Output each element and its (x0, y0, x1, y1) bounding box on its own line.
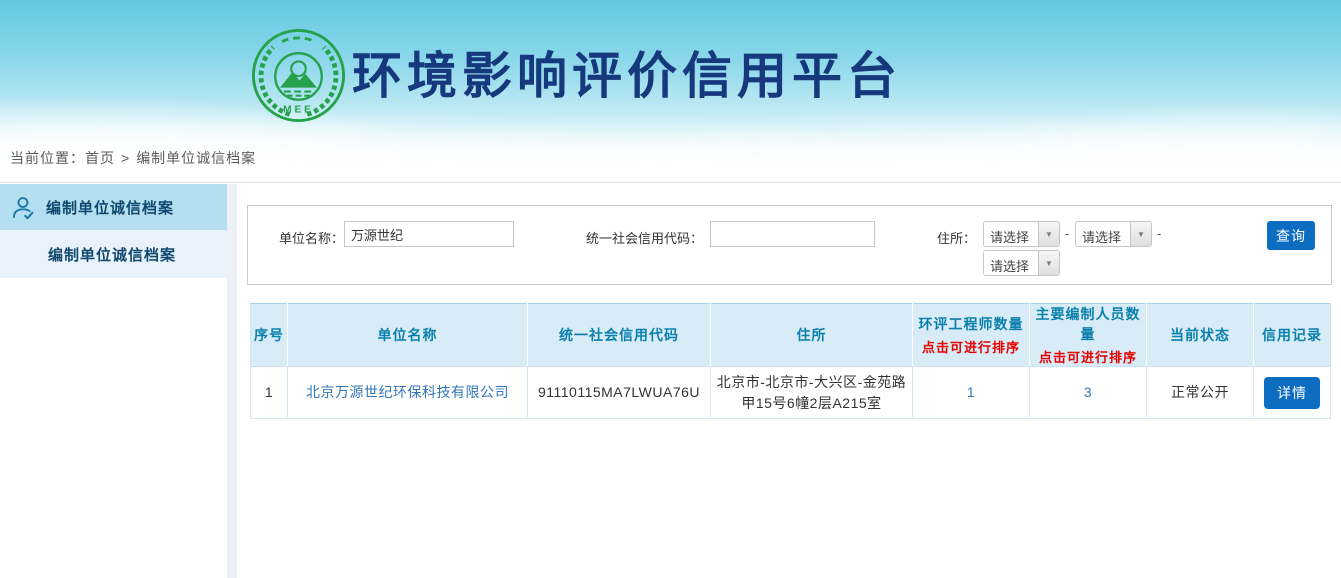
city-select[interactable]: 请选择 ▼ (1075, 221, 1152, 247)
sidebar-item-label: 编制单位诚信档案 (46, 197, 174, 218)
chevron-down-icon: ▼ (1045, 259, 1053, 268)
query-button[interactable]: 查询 (1267, 221, 1315, 250)
address-dash: - (1157, 226, 1161, 241)
col-status: 当前状态 (1147, 304, 1254, 367)
breadcrumb-prefix: 当前位置： (10, 150, 85, 166)
city-select-value: 请选择 (1076, 222, 1130, 246)
search-panel: 单位名称： 统一社会信用代码： 住所： 请选择 ▼ - 请选择 ▼ - 请选择 … (247, 205, 1332, 285)
sidebar-subitem-unit-credit-archive[interactable]: 编制单位诚信档案 (0, 230, 227, 278)
page-body: 编制单位诚信档案 编制单位诚信档案 单位名称： 统一社会信用代码： 住所： 请选… (0, 184, 1341, 578)
cell-status: 正常公开 (1147, 367, 1254, 419)
breadcrumb-separator: > (121, 150, 130, 166)
breadcrumb-current: 编制单位诚信档案 (136, 150, 256, 166)
logo-mee-text: MEE (283, 104, 314, 115)
district-select-value: 请选择 (984, 251, 1038, 275)
district-select[interactable]: 请选择 ▼ (983, 250, 1060, 276)
engineer-count-link[interactable]: 1 (967, 384, 975, 400)
sort-hint: 点击可进行排序 (913, 337, 1029, 356)
col-staff-count-title: 主要编制人员数量 (1030, 304, 1146, 344)
breadcrumb-home-link[interactable]: 首页 (85, 150, 115, 166)
header-banner: MEE 环境影响评价信用平台 当前位置：首页 > 编制单位诚信档案 (0, 0, 1341, 183)
sort-hint: 点击可进行排序 (1030, 347, 1146, 366)
province-select-value: 请选择 (984, 222, 1038, 246)
unit-name-label: 单位名称： (258, 228, 344, 247)
province-select[interactable]: 请选择 ▼ (983, 221, 1060, 247)
breadcrumb: 当前位置：首页 > 编制单位诚信档案 (10, 148, 256, 168)
col-unit-name: 单位名称 (288, 304, 528, 367)
detail-button[interactable]: 详情 (1264, 377, 1320, 409)
page-title: 环境影响评价信用平台 (352, 36, 902, 108)
address-dash: - (1065, 226, 1069, 241)
credit-code-input[interactable] (710, 221, 875, 247)
col-staff-count-sortable[interactable]: 主要编制人员数量 点击可进行排序 (1030, 304, 1147, 367)
col-engineer-count-sortable[interactable]: 环评工程师数量 点击可进行排序 (913, 304, 1030, 367)
col-index: 序号 (251, 304, 288, 367)
col-address: 住所 (711, 304, 913, 367)
table-header-row: 序号 单位名称 统一社会信用代码 住所 环评工程师数量 点击可进行排序 主要编制… (251, 304, 1331, 367)
sidebar-subitem-label: 编制单位诚信档案 (48, 244, 176, 265)
unit-name-input[interactable] (344, 221, 514, 247)
address-label: 住所： (908, 228, 976, 247)
person-check-icon (10, 194, 37, 221)
results-table: 序号 单位名称 统一社会信用代码 住所 环评工程师数量 点击可进行排序 主要编制… (250, 303, 1331, 419)
unit-name-link[interactable]: 北京万源世纪环保科技有限公司 (306, 384, 509, 400)
chevron-down-icon: ▼ (1137, 230, 1145, 239)
chevron-down-icon: ▼ (1045, 230, 1053, 239)
sidebar-item-unit-credit-archive[interactable]: 编制单位诚信档案 (0, 184, 227, 230)
sidebar-content-divider (227, 184, 237, 578)
col-credit-record: 信用记录 (1254, 304, 1331, 367)
cell-index: 1 (251, 367, 288, 419)
table-row: 1 北京万源世纪环保科技有限公司 91110115MA7LWUA76U 北京市-… (251, 367, 1331, 419)
cell-address: 北京市-北京市-大兴区-金苑路甲15号6幢2层A215室 (711, 367, 913, 419)
main-content: 单位名称： 统一社会信用代码： 住所： 请选择 ▼ - 请选择 ▼ - 请选择 … (237, 184, 1341, 578)
sidebar: 编制单位诚信档案 编制单位诚信档案 (0, 184, 227, 278)
col-engineer-count-title: 环评工程师数量 (913, 314, 1029, 334)
mee-logo-icon: MEE (250, 27, 347, 124)
credit-code-label: 统一社会信用代码： (548, 228, 703, 247)
cell-credit-code: 91110115MA7LWUA76U (528, 367, 711, 419)
staff-count-link[interactable]: 3 (1084, 384, 1092, 400)
col-credit-code: 统一社会信用代码 (528, 304, 711, 367)
